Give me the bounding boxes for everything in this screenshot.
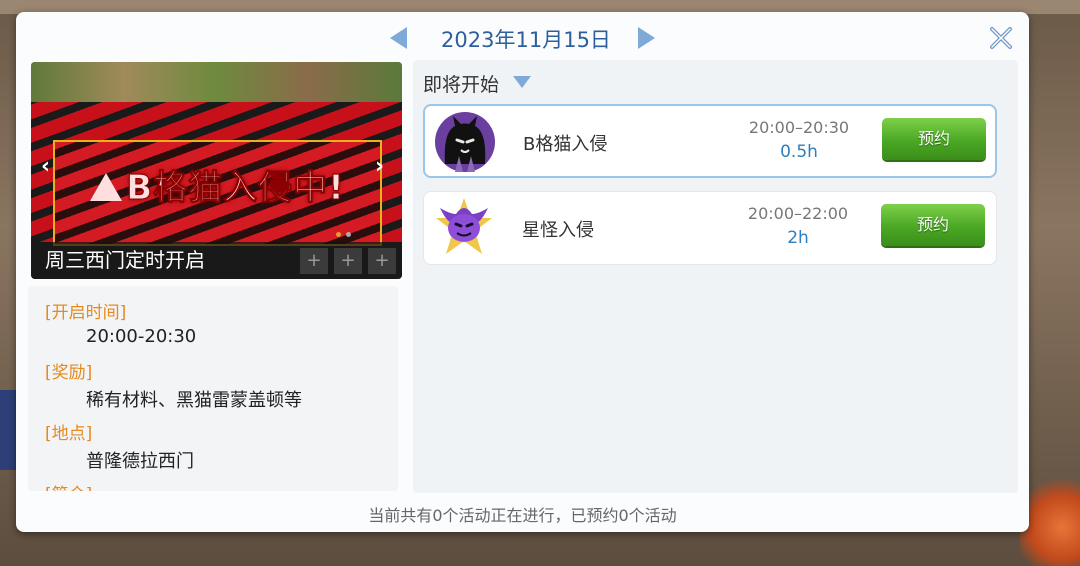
date-navigation: 2023年11月15日 xyxy=(16,12,1029,62)
slot-plus-icon: + xyxy=(368,248,396,274)
background-scene-right xyxy=(1020,470,1080,566)
event-name: B格猫入侵 xyxy=(523,134,608,155)
black-cat-icon xyxy=(435,112,495,172)
close-icon[interactable] xyxy=(988,25,1014,51)
warning-icon xyxy=(90,173,123,201)
previous-day-arrow-icon[interactable] xyxy=(390,27,407,49)
banner-title-box: B格猫入侵中! xyxy=(53,140,382,246)
activity-status-footer: 当前共有0个活动正在进行，已预约0个活动 xyxy=(368,506,677,525)
event-time: 20:00–22:00 xyxy=(747,204,849,223)
banner-dot xyxy=(346,232,351,237)
event-info-panel[interactable]: [开启时间] 20:00-20:30 [奖励] 稀有材料、黑猫雷蒙盖顿等 [地点… xyxy=(28,286,398,491)
banner-next-icon[interactable]: › xyxy=(375,154,384,179)
banner-page-dots xyxy=(336,222,356,241)
list-section-header: 即将开始 xyxy=(423,74,500,96)
slot-plus-icon: + xyxy=(334,248,362,274)
section-dropdown-icon[interactable] xyxy=(513,76,531,88)
reward-value: 稀有材料、黑猫雷蒙盖顿等 xyxy=(86,390,302,411)
banner-prev-icon[interactable]: ‹ xyxy=(41,154,50,179)
event-card-b-cat[interactable]: B格猫入侵 20:00–20:30 0.5h 预约 xyxy=(423,104,997,178)
banner-game-scene xyxy=(31,62,402,102)
purple-star-monster-icon xyxy=(436,198,492,254)
book-button[interactable]: 预约 xyxy=(881,204,985,246)
open-time-value: 20:00-20:30 xyxy=(86,326,197,347)
background-scene-left xyxy=(0,390,16,470)
open-time-label: [开启时间] xyxy=(45,303,127,323)
event-time: 20:00–20:30 xyxy=(748,118,850,137)
banner-slot-icons: + + + xyxy=(294,248,396,274)
event-duration: 2h xyxy=(787,228,809,248)
current-date: 2023年11月15日 xyxy=(441,28,611,52)
event-card-star-monster[interactable]: 星怪入侵 20:00–22:00 2h 预约 xyxy=(423,191,997,265)
event-banner[interactable]: B格猫入侵中! ‹ › 周三西门定时开启 + + + xyxy=(31,62,402,279)
event-list-panel: 即将开始 B格猫入侵 20:00–20:30 0.5h 预约 星怪入侵 20:0… xyxy=(413,60,1018,493)
intro-label: [简介] xyxy=(45,480,92,491)
slot-plus-icon: + xyxy=(300,248,328,274)
banner-dot-active xyxy=(336,232,341,237)
location-label: [地点] xyxy=(45,424,93,444)
location-value: 普隆德拉西门 xyxy=(86,451,194,472)
reward-label: [奖励] xyxy=(45,363,93,383)
banner-title: B格猫入侵中! xyxy=(126,168,345,209)
activity-calendar-dialog: 2023年11月15日 B格猫入侵中! ‹ › 周三西门定时开启 + + + [开启… xyxy=(16,12,1029,532)
book-button[interactable]: 预约 xyxy=(882,118,986,160)
next-day-arrow-icon[interactable] xyxy=(638,27,655,49)
event-name: 星怪入侵 xyxy=(522,220,594,241)
event-duration: 0.5h xyxy=(780,142,818,162)
